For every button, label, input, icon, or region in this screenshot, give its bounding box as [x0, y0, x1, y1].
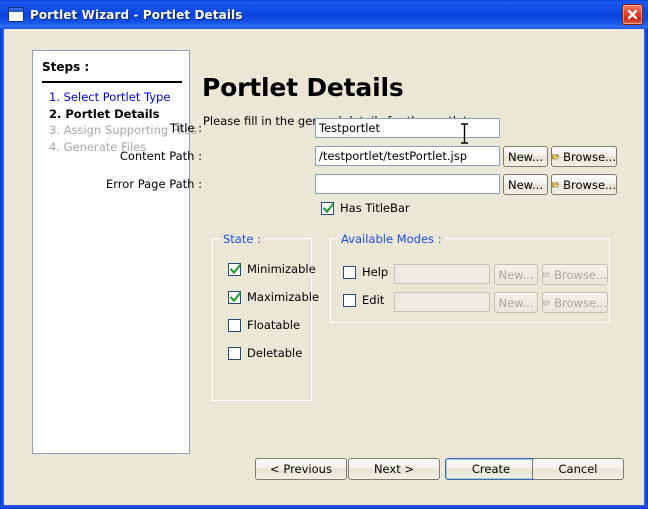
- close-icon: [627, 9, 638, 20]
- page-title: Portlet Details: [202, 73, 404, 102]
- checkbox-box: [343, 265, 356, 279]
- content-path-new-button[interactable]: New...: [503, 146, 548, 167]
- state-group-legend: State :: [220, 232, 264, 246]
- steps-heading: Steps :: [42, 60, 90, 74]
- folder-open-icon: [543, 272, 551, 278]
- mode-checkbox-help[interactable]: Help: [343, 265, 388, 279]
- checkbox-box: [321, 201, 334, 215]
- mode-help-browse-button[interactable]: Browse...: [542, 264, 608, 285]
- checkmark-icon: [230, 291, 241, 302]
- content-path-label: Content Path :: [119, 149, 202, 163]
- checkbox-box: [228, 290, 241, 304]
- close-button[interactable]: [622, 4, 643, 25]
- checkbox-box: [343, 293, 356, 307]
- dialog-client-area: Steps : 1. Select Portlet Type 2. Portle…: [4, 29, 644, 505]
- content-path-input[interactable]: [315, 146, 500, 166]
- window-frame-right: [644, 0, 648, 509]
- state-checkbox-deletable[interactable]: Deletable: [228, 346, 302, 360]
- state-label-maximizable: Maximizable: [247, 290, 320, 304]
- cancel-button[interactable]: Cancel: [532, 458, 624, 480]
- checkbox-box: [228, 262, 241, 276]
- mode-label-edit: Edit: [362, 293, 385, 307]
- mode-help-browse-label: Browse...: [554, 267, 607, 282]
- title-bar[interactable]: Portlet Wizard - Portlet Details: [0, 0, 648, 29]
- checkmark-icon: [323, 202, 334, 213]
- has-titlebar-label: Has TitleBar: [340, 201, 410, 215]
- state-label-minimizable: Minimizable: [247, 262, 316, 276]
- folder-open-icon: [543, 300, 551, 306]
- window-frame-bottom: [0, 505, 648, 509]
- state-group: State : Minimizable Maximizable Floatabl…: [212, 232, 319, 401]
- next-button[interactable]: Next >: [348, 458, 440, 480]
- checkbox-box: [228, 318, 241, 332]
- window-icon: [8, 7, 24, 22]
- state-label-deletable: Deletable: [247, 346, 303, 360]
- steps-divider: [42, 81, 182, 83]
- portlet-wizard-window: Portlet Wizard - Portlet Details Steps :…: [0, 0, 648, 509]
- content-path-browse-button[interactable]: Browse...: [551, 146, 617, 167]
- has-titlebar-checkbox[interactable]: Has TitleBar: [321, 201, 410, 215]
- error-page-path-browse-button[interactable]: Browse...: [551, 174, 617, 195]
- create-button[interactable]: Create: [445, 458, 537, 480]
- mode-help-path-input[interactable]: [394, 264, 490, 284]
- available-modes-legend: Available Modes :: [338, 232, 445, 246]
- folder-open-icon: [552, 154, 560, 160]
- state-checkbox-minimizable[interactable]: Minimizable: [228, 262, 316, 276]
- checkmark-icon: [230, 263, 241, 274]
- error-page-path-new-button[interactable]: New...: [503, 174, 548, 195]
- mode-label-help: Help: [362, 265, 389, 279]
- state-checkbox-maximizable[interactable]: Maximizable: [228, 290, 319, 304]
- checkbox-box: [228, 346, 241, 360]
- error-page-path-label: Error Page Path :: [106, 177, 202, 191]
- mode-help-new-button[interactable]: New...: [494, 264, 538, 285]
- mode-edit-browse-button[interactable]: Browse...: [542, 292, 608, 313]
- error-page-path-browse-label: Browse...: [563, 177, 616, 192]
- folder-open-icon: [552, 182, 560, 188]
- window-title: Portlet Wizard - Portlet Details: [30, 7, 243, 22]
- title-input[interactable]: [315, 118, 500, 138]
- state-label-floatable: Floatable: [247, 318, 301, 332]
- error-page-path-input[interactable]: [315, 174, 500, 194]
- step-item-select-portlet-type[interactable]: 1. Select Portlet Type: [49, 89, 191, 106]
- mode-edit-new-button[interactable]: New...: [494, 292, 538, 313]
- title-label: Title :: [169, 121, 202, 135]
- previous-button[interactable]: < Previous: [255, 458, 347, 480]
- steps-panel: Steps : 1. Select Portlet Type 2. Portle…: [32, 50, 197, 454]
- state-checkbox-floatable[interactable]: Floatable: [228, 318, 300, 332]
- available-modes-group: Available Modes : Help New... Browse...: [330, 232, 610, 323]
- mode-edit-path-input[interactable]: [394, 292, 490, 312]
- mode-checkbox-edit[interactable]: Edit: [343, 293, 384, 307]
- content-path-browse-label: Browse...: [563, 149, 616, 164]
- mode-edit-browse-label: Browse...: [554, 295, 607, 310]
